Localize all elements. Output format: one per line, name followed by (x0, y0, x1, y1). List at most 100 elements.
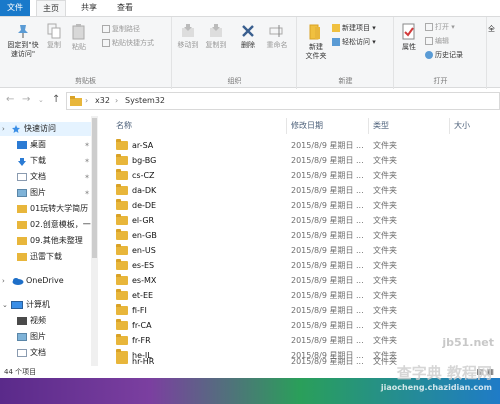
nav-onedrive[interactable]: › OneDrive (0, 274, 96, 288)
nav-computer-documents[interactable]: 文档 (0, 346, 96, 360)
new-item-button[interactable]: 新建项目 ▾ (332, 22, 376, 34)
nav-folder-resume[interactable]: 01玩转大学简历 (0, 202, 96, 216)
paste-shortcut-button[interactable]: 粘贴快捷方式 (102, 37, 154, 49)
history-button[interactable]: 历史记录 (425, 49, 463, 61)
tab-share[interactable]: 共享 (74, 0, 104, 16)
folder-icon (116, 358, 128, 364)
file-date: 2015/8/9 星期日 ... (291, 261, 364, 270)
file-row[interactable]: ar-SA 2015/8/9 星期日 ... 文件夹 (104, 138, 500, 153)
history-icon (425, 51, 433, 59)
item-count: 44 个项目 (4, 368, 37, 376)
copy-path-icon (102, 25, 110, 33)
file-row[interactable]: da-DK 2015/8/9 星期日 ... 文件夹 (104, 183, 500, 198)
file-type: 文件夹 (373, 321, 397, 330)
file-row[interactable]: fr-FR 2015/8/9 星期日 ... 文件夹 (104, 333, 500, 348)
properties-button[interactable]: 属性 (397, 23, 421, 52)
copy-button[interactable]: 复制 (44, 23, 64, 50)
address-bar[interactable]: › x32 › System32 (66, 92, 500, 110)
file-name: de-DE (132, 201, 157, 210)
expand-arrow-icon: › (2, 125, 5, 133)
pin-icon[interactable]: ✶ (84, 186, 90, 200)
file-row[interactable]: cs-CZ 2015/8/9 星期日 ... 文件夹 (104, 168, 500, 183)
copy-to-button[interactable]: 复制到 (203, 23, 229, 50)
nav-documents[interactable]: 文档 ✶ (0, 170, 96, 184)
nav-quick-access[interactable]: › 快速访问 (0, 122, 96, 136)
folder-icon (116, 244, 128, 255)
column-date[interactable]: 修改日期 (291, 120, 323, 131)
file-row[interactable]: fr-CA 2015/8/9 星期日 ... 文件夹 (104, 318, 500, 333)
file-name: fr-FR (132, 336, 151, 345)
pin-to-quick-access-button[interactable]: 固定到"快 速访问" (2, 23, 44, 59)
column-divider[interactable] (449, 118, 450, 134)
column-divider[interactable] (368, 118, 369, 134)
file-type: 文件夹 (373, 201, 397, 210)
edit-button[interactable]: 编辑 (425, 35, 449, 47)
tab-file[interactable]: 文件 (0, 0, 30, 16)
column-name[interactable]: 名称 (116, 120, 132, 131)
file-type: 文件夹 (373, 231, 397, 240)
file-row[interactable]: es-ES 2015/8/9 星期日 ... 文件夹 (104, 258, 500, 273)
file-row[interactable]: de-DE 2015/8/9 星期日 ... 文件夹 (104, 198, 500, 213)
copy-label: 复制 (47, 41, 61, 49)
nav-computer-pictures[interactable]: 图片 (0, 330, 96, 344)
nav-folder-templates[interactable]: 02.创意模板，一 (0, 218, 96, 232)
file-row[interactable]: en-US 2015/8/9 星期日 ... 文件夹 (104, 243, 500, 258)
folder-icon (116, 274, 128, 285)
back-icon[interactable]: ← (6, 94, 14, 105)
tab-view[interactable]: 查看 (110, 0, 140, 16)
column-divider[interactable] (286, 118, 287, 134)
open-button[interactable]: 打开 ▾ (425, 21, 455, 33)
file-row[interactable]: bg-BG 2015/8/9 星期日 ... 文件夹 (104, 153, 500, 168)
folder-icon (70, 96, 82, 106)
delete-label: 删除 (241, 41, 255, 49)
move-to-button[interactable]: 移动到 (175, 23, 201, 50)
new-folder-button[interactable]: 新建 文件夹 (302, 23, 330, 61)
file-row[interactable]: es-MX 2015/8/9 星期日 ... 文件夹 (104, 273, 500, 288)
file-row[interactable]: en-GB 2015/8/9 星期日 ... 文件夹 (104, 228, 500, 243)
easy-access-button[interactable]: 轻松访问 ▾ (332, 36, 376, 48)
select-all-label: 全 (488, 25, 495, 33)
file-date: 2015/8/9 星期日 ... (291, 186, 364, 195)
file-type: 文件夹 (373, 246, 397, 255)
file-name: et-EE (132, 291, 154, 300)
nav-label: 文档 (30, 172, 46, 181)
file-row[interactable]: et-EE 2015/8/9 星期日 ... 文件夹 (104, 288, 500, 303)
nav-pictures[interactable]: 图片 ✶ (0, 186, 96, 200)
navigation-pane: › 快速访问 桌面 ✶ 下载 ✶ 文档 ✶ 图片 ✶ 01玩转大学简历 02.创… (0, 116, 98, 366)
copy-path-button[interactable]: 复制路径 (102, 23, 140, 35)
select-all-button[interactable]: 全 (488, 23, 495, 35)
nav-downloads[interactable]: 下载 ✶ (0, 154, 96, 168)
forward-icon[interactable]: → (22, 94, 30, 105)
folder-icon (116, 154, 128, 165)
rename-button[interactable]: 重命名 (263, 23, 291, 50)
recent-dropdown-icon[interactable]: ⌄ (38, 96, 44, 104)
pin-icon[interactable]: ✶ (84, 138, 90, 152)
nav-desktop[interactable]: 桌面 ✶ (0, 138, 96, 152)
file-row[interactable]: el-GR 2015/8/9 星期日 ... 文件夹 (104, 213, 500, 228)
column-type[interactable]: 类型 (373, 120, 389, 131)
nav-label: 02.创意模板，一 (30, 220, 91, 229)
nav-computer[interactable]: ⌄ 计算机 (0, 298, 96, 312)
nav-scrollbar-thumb[interactable] (92, 118, 97, 258)
file-name: fi-FI (132, 306, 147, 315)
pin-icon[interactable]: ✶ (84, 170, 90, 184)
breadcrumb-system32[interactable]: System32 (125, 96, 165, 105)
tab-home[interactable]: 主页 (36, 0, 66, 16)
nav-folder-other[interactable]: 09.其他未整理 (0, 234, 96, 248)
paste-button[interactable]: 粘贴 (68, 23, 90, 52)
up-icon[interactable]: ↑ (52, 94, 60, 105)
pin-icon[interactable]: ✶ (84, 154, 90, 168)
breadcrumb-separator-icon: › (85, 96, 89, 105)
nav-thunder-downloads[interactable]: 迅雷下载 (0, 250, 96, 264)
nav-videos[interactable]: 视频 (0, 314, 96, 328)
column-size[interactable]: 大小 (454, 120, 470, 131)
breadcrumb-x32[interactable]: x32 (95, 96, 110, 105)
file-row[interactable]: fi-FI 2015/8/9 星期日 ... 文件夹 (104, 303, 500, 318)
file-date: 2015/8/9 星期日 ... (291, 306, 364, 315)
file-type: 文件夹 (373, 261, 397, 270)
file-date: 2015/8/9 星期日 ... (291, 291, 364, 300)
picture-icon (17, 189, 27, 197)
new-item-label: 新建项目 ▾ (342, 24, 376, 32)
paste-icon (72, 24, 85, 40)
delete-button[interactable]: 删除 (237, 23, 259, 50)
